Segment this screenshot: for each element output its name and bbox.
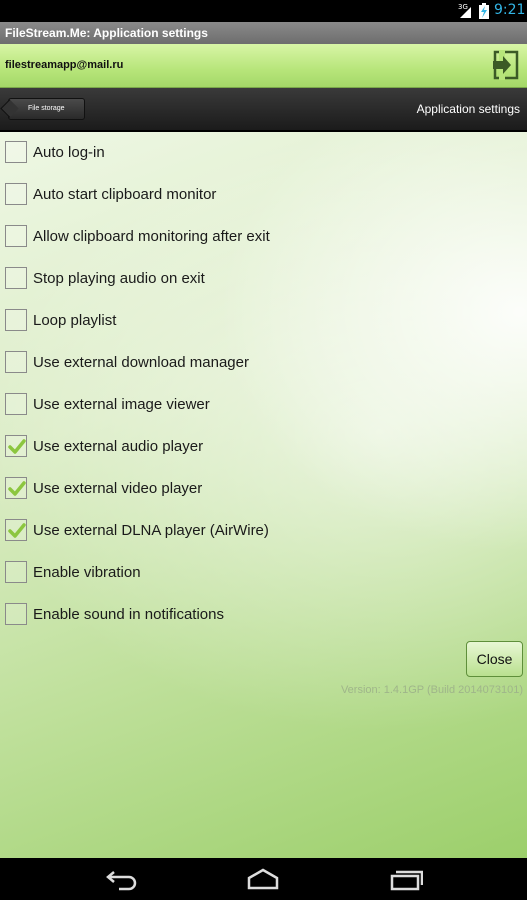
network-type: 3G bbox=[458, 3, 468, 11]
logout-icon[interactable] bbox=[491, 50, 521, 80]
setting-label: Use external audio player bbox=[33, 438, 204, 455]
clock: 9:21 bbox=[494, 2, 526, 18]
checkbox-unchecked[interactable] bbox=[5, 183, 27, 205]
close-button[interactable]: Close bbox=[466, 641, 523, 677]
account-bar: filestreamapp@mail.ru bbox=[0, 44, 527, 88]
setting-row[interactable]: Auto start clipboard monitor bbox=[0, 174, 527, 216]
battery-icon bbox=[479, 3, 489, 19]
setting-label: Auto start clipboard monitor bbox=[33, 186, 217, 203]
navigation-bar: File storage Application settings bbox=[0, 88, 527, 132]
setting-label: Use external image viewer bbox=[33, 396, 210, 413]
app-title: FileStream.Me: Application settings bbox=[5, 26, 208, 40]
checkbox-unchecked[interactable] bbox=[5, 309, 27, 331]
checkbox-unchecked[interactable] bbox=[5, 267, 27, 289]
checkbox-unchecked[interactable] bbox=[5, 141, 27, 163]
back-button[interactable]: File storage bbox=[0, 98, 85, 120]
version-text: Version: 1.4.1GP (Build 2014073101) bbox=[340, 684, 523, 696]
checkmark-icon bbox=[8, 523, 26, 538]
checkbox-unchecked[interactable] bbox=[5, 393, 27, 415]
checkmark-icon bbox=[8, 439, 26, 454]
settings-panel: Auto log-in Auto start clipboard monitor A… bbox=[0, 132, 527, 858]
back-button-label: File storage bbox=[28, 105, 65, 112]
setting-label: Use external download manager bbox=[33, 354, 249, 371]
setting-row[interactable]: Use external audio player bbox=[0, 426, 527, 468]
status-bar: 3G 9:21 bbox=[0, 0, 527, 22]
checkbox-unchecked[interactable] bbox=[5, 351, 27, 373]
system-nav-bar bbox=[0, 858, 527, 900]
back-arrow-icon bbox=[0, 99, 19, 118]
setting-row[interactable]: Use external video player bbox=[0, 468, 527, 510]
checkbox-unchecked[interactable] bbox=[5, 225, 27, 247]
checkbox-checked[interactable] bbox=[5, 435, 27, 457]
setting-label: Allow clipboard monitoring after exit bbox=[33, 228, 270, 245]
checkbox-unchecked[interactable] bbox=[5, 603, 27, 625]
setting-label: Auto log-in bbox=[33, 144, 105, 161]
setting-row[interactable]: Use external download manager bbox=[0, 342, 527, 384]
setting-label: Stop playing audio on exit bbox=[33, 270, 205, 287]
setting-label: Enable vibration bbox=[33, 564, 141, 581]
back-nav-icon[interactable] bbox=[105, 866, 139, 892]
setting-row[interactable]: Enable sound in notifications bbox=[0, 594, 527, 636]
setting-row[interactable]: Allow clipboard monitoring after exit bbox=[0, 216, 527, 258]
app-title-bar: FileStream.Me: Application settings bbox=[0, 22, 527, 44]
checkbox-checked[interactable] bbox=[5, 519, 27, 541]
checkmark-icon bbox=[8, 481, 26, 496]
home-nav-icon[interactable] bbox=[246, 866, 280, 892]
signal-icon: 3G bbox=[458, 3, 472, 19]
setting-row[interactable]: Auto log-in bbox=[0, 132, 527, 174]
setting-label: Enable sound in notifications bbox=[33, 606, 224, 623]
setting-row[interactable]: Use external DLNA player (AirWire) bbox=[0, 510, 527, 552]
setting-label: Use external DLNA player (AirWire) bbox=[33, 522, 269, 539]
recent-apps-icon[interactable] bbox=[389, 866, 424, 892]
setting-row[interactable]: Use external image viewer bbox=[0, 384, 527, 426]
checkbox-unchecked[interactable] bbox=[5, 561, 27, 583]
setting-row[interactable]: Enable vibration bbox=[0, 552, 527, 594]
setting-label: Use external video player bbox=[33, 480, 203, 497]
setting-row[interactable]: Stop playing audio on exit bbox=[0, 258, 527, 300]
setting-label: Loop playlist bbox=[33, 312, 117, 329]
account-email: filestreamapp@mail.ru bbox=[5, 59, 124, 71]
checkbox-checked[interactable] bbox=[5, 477, 27, 499]
page-title: Application settings bbox=[416, 102, 520, 116]
setting-row[interactable]: Loop playlist bbox=[0, 300, 527, 342]
